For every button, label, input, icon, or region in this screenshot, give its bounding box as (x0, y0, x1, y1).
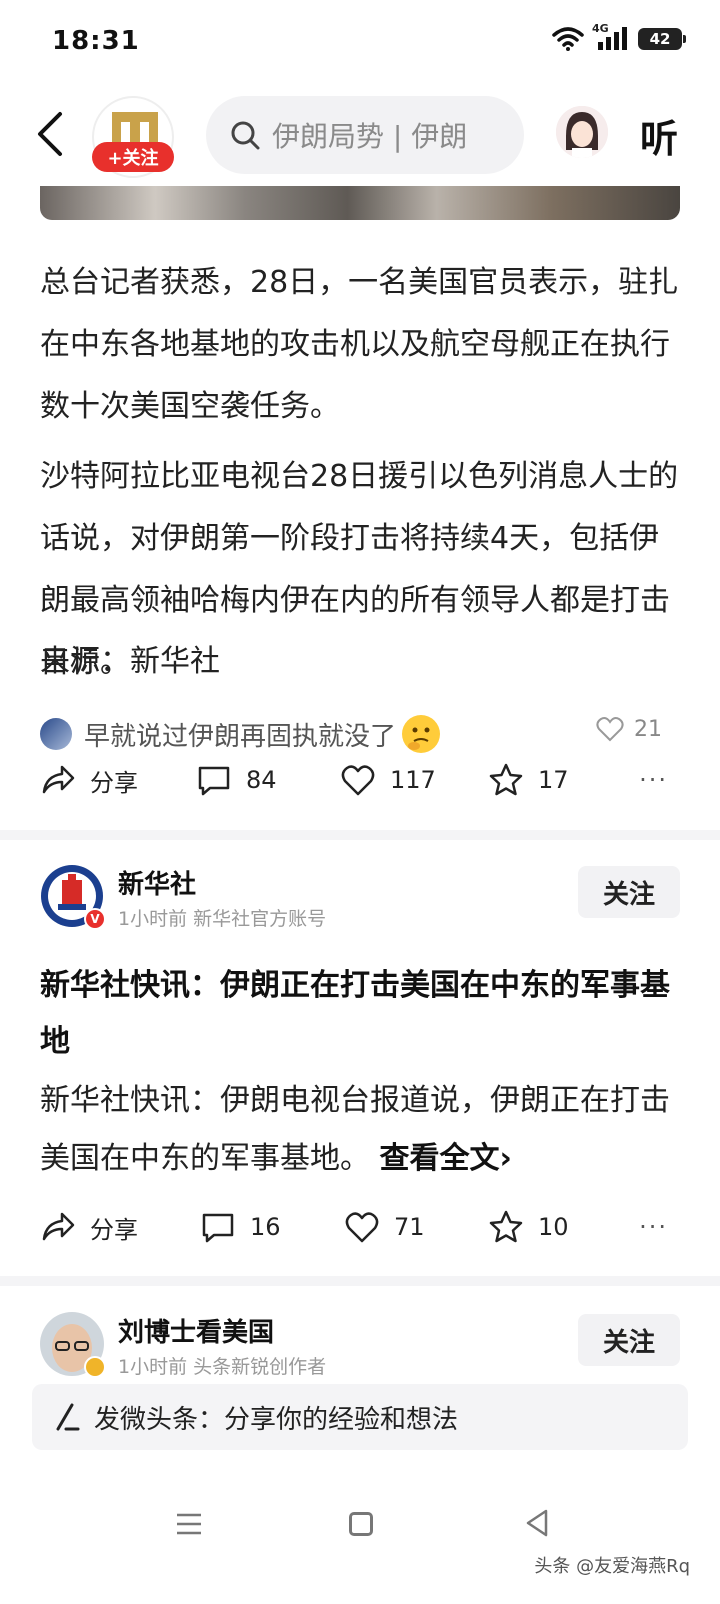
follow-button[interactable]: 关注 (578, 1314, 680, 1366)
status-bar: 18:31 4G 42 (0, 0, 720, 84)
back-icon[interactable] (30, 108, 70, 160)
more-options-icon[interactable]: ··· (639, 1213, 668, 1241)
pen-icon (56, 1403, 80, 1431)
post-meta: 1小时前 新华社官方账号 (118, 908, 327, 930)
like-count: 71 (394, 1213, 425, 1241)
thinking-emoji-icon (402, 715, 441, 753)
system-nav-bar: 头条 @友爱海燕Rq (0, 1490, 720, 1580)
heart-icon (345, 1212, 379, 1243)
network-label: 4G (592, 22, 609, 35)
menu-icon[interactable] (176, 1512, 202, 1536)
comment-like-count: 21 (634, 716, 662, 742)
comment-icon (198, 766, 230, 796)
share-label: 分享 (90, 768, 138, 797)
comment-button[interactable]: 84 (196, 762, 340, 798)
share-icon (42, 765, 75, 794)
more-options-icon[interactable]: ··· (639, 766, 668, 794)
comment-count: 84 (246, 766, 277, 794)
nav-back-icon[interactable] (524, 1508, 550, 1538)
user-avatar[interactable] (556, 106, 608, 158)
article-actions: 分享 84 117 17 ··· (40, 756, 680, 804)
post-title[interactable]: 新华社快讯：伊朗正在打击美国在中东的军事基地 (40, 958, 680, 1070)
section-divider (0, 830, 720, 840)
article-paragraph-1: 总台记者获悉，28日，一名美国官员表示，驻扎在中东各地基地的攻击机以及航空母舰正… (40, 265, 679, 424)
like-button[interactable]: 71 (344, 1209, 488, 1245)
favorite-button[interactable]: 17 (488, 762, 569, 798)
composer-text: 发微头条：分享你的经验和想法 (94, 1404, 459, 1435)
top-bar: +关注 伊朗局势 | 伊朗 听 (0, 92, 720, 178)
creator-badge (84, 1356, 106, 1378)
star-icon (489, 763, 523, 796)
search-placeholder: 伊朗局势 | 伊朗 (272, 120, 468, 153)
search-icon (231, 121, 260, 150)
comment-text: 早就说过伊朗再固执就没了 (84, 721, 397, 752)
comment-like[interactable]: 21 (596, 716, 662, 742)
article-body: 总台记者获悉，28日，一名美国官员表示，驻扎在中东各地基地的攻击机以及航空母舰正… (40, 252, 680, 702)
verified-badge: V (84, 908, 106, 930)
favorite-count: 10 (538, 1213, 569, 1241)
search-bar[interactable]: 伊朗局势 | 伊朗 (206, 96, 524, 174)
article-image[interactable] (40, 186, 680, 220)
post-header: V 新华社 1小时前 新华社官方账号 关注 (40, 864, 680, 934)
share-button[interactable]: 分享 (40, 762, 196, 798)
like-button[interactable]: 117 (340, 762, 488, 798)
share-button[interactable]: 分享 (40, 1209, 200, 1245)
like-count: 117 (390, 766, 436, 794)
commenter-avatar (40, 718, 72, 750)
post-author-name[interactable]: 新华社 (118, 864, 196, 901)
avatar-icon (556, 106, 608, 158)
follow-badge-button[interactable]: +关注 (92, 142, 174, 172)
star-icon (489, 1210, 523, 1243)
comment-icon (202, 1213, 234, 1243)
heart-icon (341, 765, 375, 796)
post-meta: 1小时前 头条新锐创作者 (118, 1356, 327, 1378)
comment-button[interactable]: 16 (200, 1209, 344, 1245)
share-label: 分享 (90, 1215, 138, 1244)
post-body-text: 新华社快讯：伊朗电视台报道说，伊朗正在打击美国在中东的军事基地。 (40, 1083, 670, 1176)
heart-icon (596, 717, 624, 742)
read-more-link[interactable]: 查看全文› (380, 1141, 512, 1176)
top-comment[interactable]: 早就说过伊朗再固执就没了 21 (40, 712, 680, 756)
follow-button[interactable]: 关注 (578, 866, 680, 918)
favorite-count: 17 (538, 766, 569, 794)
wifi-icon (552, 27, 584, 51)
share-icon (42, 1212, 75, 1241)
post-body[interactable]: 新华社快讯：伊朗电视台报道说，伊朗正在打击美国在中东的军事基地。 查看全文› (40, 1072, 680, 1188)
favorite-button[interactable]: 10 (488, 1209, 569, 1245)
home-icon[interactable] (349, 1512, 373, 1536)
article-source: 来源：新华社 (40, 644, 220, 679)
comment-count: 16 (250, 1213, 281, 1241)
listen-button[interactable]: 听 (640, 108, 678, 163)
battery-icon: 42 (638, 28, 686, 50)
signal-icon: 4G (592, 22, 628, 52)
battery-level: 42 (649, 30, 671, 48)
post-actions: 分享 16 71 10 ··· (40, 1203, 680, 1251)
watermark: 头条 @友爱海燕Rq (534, 1556, 690, 1577)
post-header: 刘博士看美国 1小时前 头条新锐创作者 关注 (40, 1312, 680, 1382)
section-divider (0, 1276, 720, 1286)
post-author-name[interactable]: 刘博士看美国 (118, 1312, 274, 1349)
status-time: 18:31 (52, 26, 140, 56)
post-composer[interactable]: 发微头条：分享你的经验和想法 (32, 1384, 688, 1450)
status-icons: 4G 42 (552, 22, 686, 52)
